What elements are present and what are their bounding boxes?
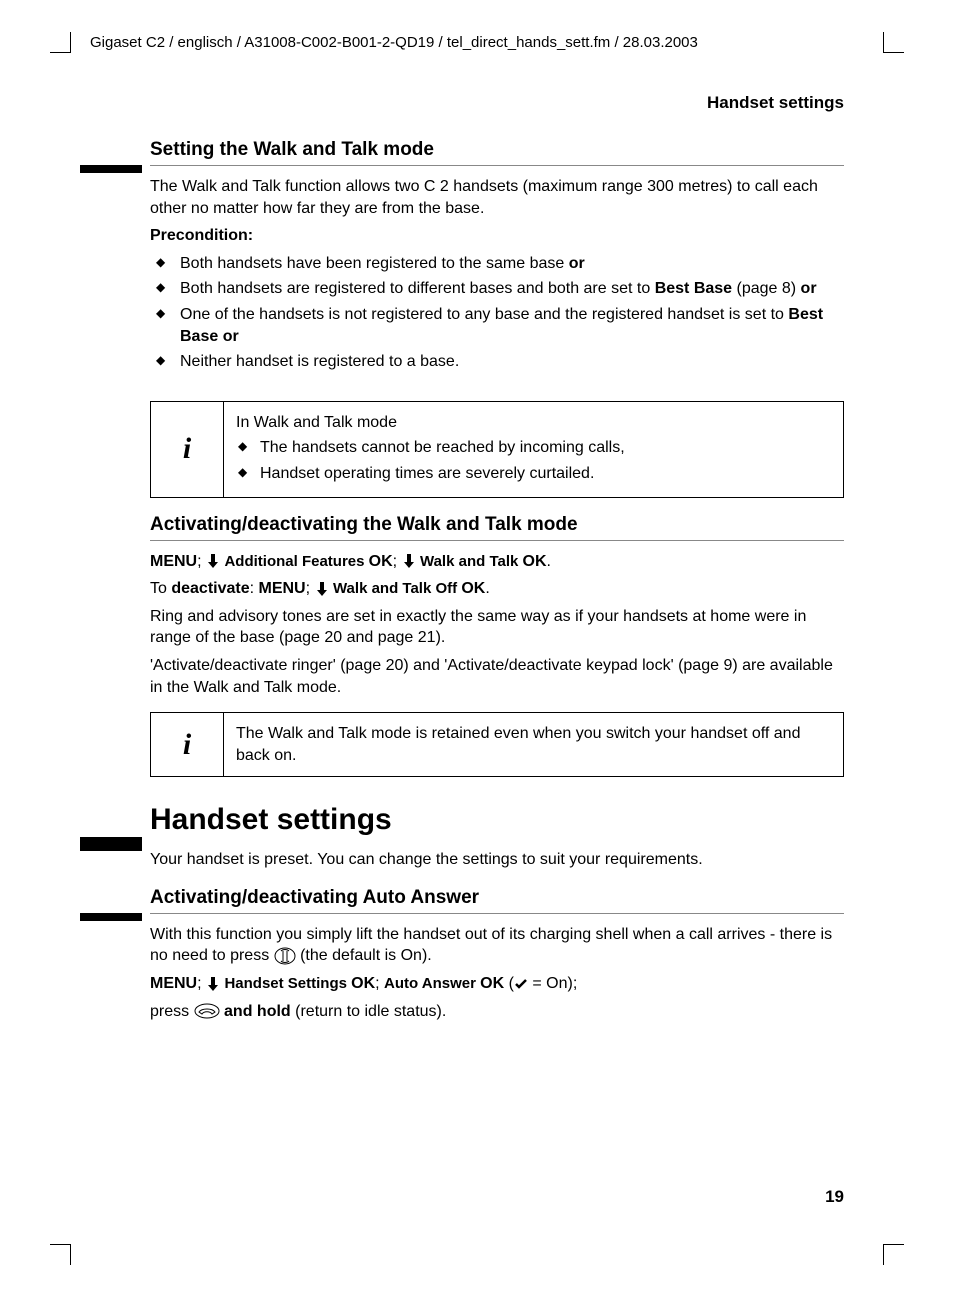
- paragraph: press and hold (return to idle status).: [150, 1001, 844, 1023]
- info-content: In Walk and Talk mode The handsets canno…: [224, 402, 843, 497]
- subheading-activate-wt: Activating/deactivating the Walk and Tal…: [150, 514, 844, 541]
- text-bold: or: [569, 255, 585, 272]
- info-content: The Walk and Talk mode is retained even …: [224, 713, 843, 776]
- ok-label: OK: [369, 553, 393, 570]
- nav-line-2: To deactivate: MENU; Walk and Talk Off O…: [150, 578, 844, 600]
- end-call-key-icon: [194, 1003, 220, 1020]
- crop-mark-br: [883, 1244, 904, 1265]
- talk-key-icon: [274, 947, 296, 964]
- sep: ;: [393, 553, 402, 570]
- menu-item: Handset Settings: [224, 975, 351, 992]
- down-arrow-icon: [315, 581, 329, 597]
- sep: :: [250, 580, 259, 597]
- paragraph: 'Activate/deactivate ringer' (page 20) a…: [150, 655, 844, 698]
- period: .: [547, 553, 551, 570]
- down-arrow-icon: [206, 553, 220, 569]
- crop-mark-bl: [50, 1244, 71, 1265]
- sep: ;: [197, 975, 206, 992]
- text: press: [150, 1003, 194, 1020]
- text-bold: and hold: [224, 1003, 291, 1020]
- paragraph: Your handset is preset. You can change t…: [150, 849, 844, 871]
- ok-label: OK: [351, 975, 375, 992]
- info-text: The Walk and Talk mode is retained even …: [236, 723, 831, 766]
- list-item: Neither handset is registered to a base.: [150, 351, 844, 373]
- list-item: Both handsets are registered to differen…: [150, 278, 844, 300]
- subheading-auto-answer: Activating/deactivating Auto Answer: [150, 887, 844, 914]
- menu-item: Additional Features: [224, 553, 368, 570]
- menu-label: MENU: [150, 553, 197, 570]
- text: = On);: [528, 975, 577, 992]
- document-page: Gigaset C2 / englisch / A31008-C002-B001…: [0, 0, 954, 1307]
- info-box: i The Walk and Talk mode is retained eve…: [150, 712, 844, 777]
- heading-block-main: Handset settings: [80, 803, 844, 839]
- text: (page 8): [732, 280, 800, 297]
- paragraph: With this function you simply lift the h…: [150, 924, 844, 967]
- down-arrow-icon: [402, 553, 416, 569]
- heading-marker-icon: [80, 837, 142, 851]
- menu-label: MENU: [150, 975, 197, 992]
- info-lead: In Walk and Talk mode: [236, 412, 831, 434]
- info-list: The handsets cannot be reached by incomi…: [236, 437, 831, 484]
- crop-mark-tl: [50, 32, 71, 53]
- precondition-list: Both handsets have been registered to th…: [150, 253, 844, 373]
- text: With this function you simply lift the h…: [150, 926, 832, 965]
- sep: ;: [197, 553, 206, 570]
- text: (return to idle status).: [291, 1003, 447, 1020]
- text: To: [150, 580, 171, 597]
- ok-label: OK: [523, 553, 547, 570]
- info-icon: i: [151, 402, 224, 497]
- header-path: Gigaset C2 / englisch / A31008-C002-B001…: [90, 34, 874, 51]
- sep: ;: [375, 975, 384, 992]
- ok-label: OK: [461, 580, 485, 597]
- check-icon: [514, 975, 528, 992]
- paragraph: Ring and advisory tones are set in exact…: [150, 606, 844, 649]
- list-item: Both handsets have been registered to th…: [150, 253, 844, 275]
- text: One of the handsets is not registered to…: [180, 306, 788, 323]
- sep: ;: [306, 580, 315, 597]
- menu-item: Walk and Talk Off: [333, 580, 461, 597]
- list-item: One of the handsets is not registered to…: [150, 304, 844, 347]
- nav-line-3: MENU; Handset Settings OK; Auto Answer O…: [150, 973, 844, 995]
- text-bold: deactivate: [171, 580, 249, 597]
- text: Both handsets are registered to differen…: [180, 280, 655, 297]
- subheading-walk-talk: Setting the Walk and Talk mode: [150, 139, 844, 166]
- heading-marker-icon: [80, 165, 142, 173]
- menu-label: MENU: [259, 580, 306, 597]
- text-bold: or: [801, 280, 817, 297]
- heading-marker-icon: [80, 913, 142, 921]
- down-arrow-icon: [206, 976, 220, 992]
- text: Both handsets have been registered to th…: [180, 255, 569, 272]
- text: (the default is On).: [300, 947, 432, 964]
- info-box: i In Walk and Talk mode The handsets can…: [150, 401, 844, 498]
- nav-line-1: MENU; Additional Features OK; Walk and T…: [150, 551, 844, 573]
- menu-item: Auto Answer: [384, 975, 480, 992]
- content-area: Setting the Walk and Talk mode The Walk …: [150, 139, 844, 1022]
- crop-mark-tr: [883, 32, 904, 53]
- list-item: Handset operating times are severely cur…: [236, 463, 831, 485]
- list-item: The handsets cannot be reached by incomi…: [236, 437, 831, 459]
- text-bold: Best Base: [655, 280, 732, 297]
- period: .: [485, 580, 489, 597]
- heading-block: Activating/deactivating Auto Answer: [80, 887, 844, 914]
- intro-paragraph: The Walk and Talk function allows two C …: [150, 176, 844, 219]
- info-icon: i: [151, 713, 224, 776]
- section-label-top: Handset settings: [80, 93, 844, 113]
- menu-item: Walk and Talk: [420, 553, 523, 570]
- h1-handset-settings: Handset settings: [150, 803, 844, 839]
- ok-label: OK: [480, 975, 504, 992]
- page-number: 19: [825, 1187, 844, 1207]
- precondition-label: Precondition:: [150, 225, 844, 247]
- heading-block: Setting the Walk and Talk mode: [80, 139, 844, 166]
